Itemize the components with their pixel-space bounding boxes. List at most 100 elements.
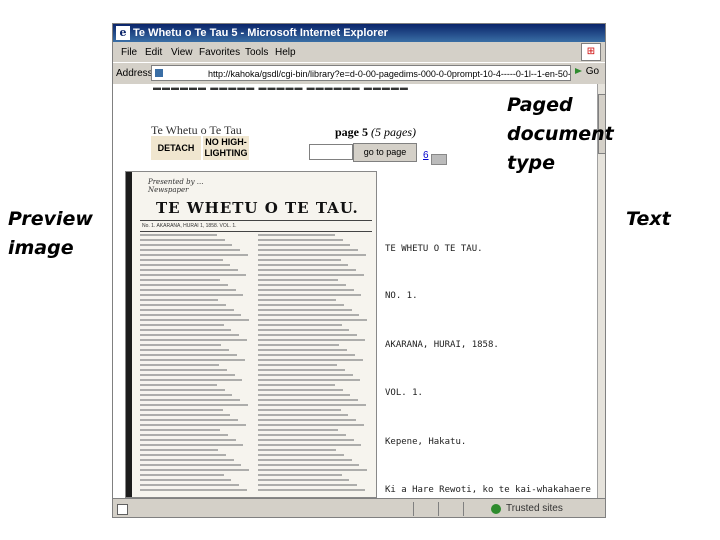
caption-line: type — [507, 152, 555, 174]
scan-text-line — [258, 334, 357, 336]
scan-text-line — [258, 284, 346, 286]
scan-text-line — [258, 399, 359, 401]
scan-text-line — [140, 399, 241, 401]
scan-text-line — [258, 489, 365, 491]
scan-text-line — [140, 414, 231, 416]
scan-text-line — [140, 264, 231, 266]
scan-text-line — [140, 449, 219, 451]
scan-text-line — [258, 234, 335, 236]
scan-text-line — [140, 459, 234, 461]
caption-line: document — [507, 123, 614, 145]
menu-tools[interactable]: Tools — [245, 47, 268, 58]
help-link[interactable]: 6 — [423, 150, 429, 161]
scan-text-line — [258, 369, 345, 371]
scan-text-line — [140, 474, 224, 476]
scan-text-line — [258, 409, 341, 411]
address-bar: Address http://kahoka/gsdl/cgi-bin/libra… — [113, 62, 605, 85]
scan-text-line — [140, 309, 234, 311]
no-highlighting-button[interactable]: NO HIGH- LIGHTING — [203, 136, 249, 160]
scan-text-line — [140, 294, 244, 296]
go-button[interactable]: Go — [575, 66, 599, 77]
scan-text-line — [140, 384, 217, 386]
windows-logo-icon: ⊞ — [581, 43, 601, 61]
scan-text-line — [258, 454, 344, 456]
menu-edit[interactable]: Edit — [145, 47, 162, 58]
newspaper-column-left — [140, 234, 250, 496]
scan-text-line — [140, 344, 222, 346]
scan-text-line — [140, 324, 224, 326]
masthead-rule — [140, 220, 372, 221]
scan-text-line — [140, 239, 225, 241]
page-indicator: page 5 (5 pages) — [335, 125, 416, 140]
newspaper-masthead: TE WHETU O TE TAU. — [156, 199, 359, 217]
scan-text-line — [258, 299, 337, 301]
status-zone-text: Trusted sites — [506, 503, 563, 514]
address-label: Address — [116, 68, 153, 79]
text-panel: TE WHETU O TE TAU. NO. 1. AKARANA, HURAI… — [383, 234, 597, 498]
text-line: TE WHETU O TE TAU. — [385, 244, 483, 254]
scan-text-line — [140, 419, 238, 421]
newspaper-column-right — [258, 234, 368, 496]
scan-text-line — [258, 324, 342, 326]
page-number: page 5 — [335, 125, 368, 139]
page-count: (5 pages) — [371, 125, 416, 139]
scan-text-line — [140, 369, 227, 371]
scan-text-line — [258, 239, 343, 241]
scan-text-line — [140, 469, 249, 471]
scan-text-line — [258, 319, 367, 321]
scan-text-line — [258, 424, 364, 426]
scan-text-line — [140, 329, 232, 331]
menu-favorites[interactable]: Favorites — [199, 47, 240, 58]
scan-text-line — [258, 244, 351, 246]
scan-edge — [126, 172, 132, 497]
scan-text-line — [140, 404, 248, 406]
scan-text-line — [258, 349, 348, 351]
address-input[interactable]: http://kahoka/gsdl/cgi-bin/library?e=d-0… — [151, 65, 571, 81]
scan-text-line — [140, 319, 249, 321]
menu-view[interactable]: View — [171, 47, 193, 58]
scan-text-line — [258, 379, 361, 381]
page-status-icon — [117, 504, 128, 515]
scan-text-line — [258, 414, 349, 416]
scan-text-line — [258, 364, 338, 366]
page-number-input[interactable] — [309, 144, 353, 160]
scan-text-line — [140, 354, 237, 356]
scan-text-line — [258, 439, 354, 441]
caption-line: image — [8, 237, 74, 259]
scan-text-line — [258, 359, 363, 361]
scan-text-line — [258, 344, 340, 346]
handwritten-note: Presented by ... Newspaper — [148, 178, 204, 194]
detach-button[interactable]: DETACH — [151, 136, 201, 160]
text-line: AKARANA, HURAI, 1858. — [385, 340, 499, 350]
scan-text-line — [140, 249, 241, 251]
scan-text-line — [140, 339, 247, 341]
scan-text-line — [258, 469, 367, 471]
scan-text-line — [140, 409, 223, 411]
scan-text-line — [258, 419, 356, 421]
scan-text-line — [258, 269, 356, 271]
scan-text-line — [258, 294, 362, 296]
scan-text-line — [258, 404, 366, 406]
scan-text-line — [258, 429, 339, 431]
scan-text-line — [140, 429, 221, 431]
caption-text: Text — [626, 208, 671, 230]
scan-text-line — [258, 384, 335, 386]
scan-text-line — [258, 314, 360, 316]
mail-icon[interactable] — [431, 154, 447, 165]
menu-file[interactable]: File — [121, 47, 137, 58]
menu-help[interactable]: Help — [275, 47, 296, 58]
status-divider — [413, 502, 414, 516]
scan-text-line — [140, 374, 235, 376]
text-line: NO. 1. — [385, 291, 418, 301]
scan-text-line — [140, 454, 226, 456]
newspaper-dateline: No. 1. AKARANA, HURAI 1, 1858. VOL. 1. — [142, 223, 237, 229]
scan-text-line — [140, 364, 220, 366]
text-line: VOL. 1. — [385, 388, 423, 398]
scan-text-line — [258, 279, 339, 281]
go-to-page-button[interactable]: go to page — [353, 143, 417, 162]
scan-text-line — [258, 374, 353, 376]
scan-text-line — [258, 304, 344, 306]
scan-text-line — [140, 424, 246, 426]
title-bar[interactable]: e Te Whetu o Te Tau 5 - Microsoft Intern… — [113, 24, 605, 42]
scan-text-line — [140, 334, 239, 336]
